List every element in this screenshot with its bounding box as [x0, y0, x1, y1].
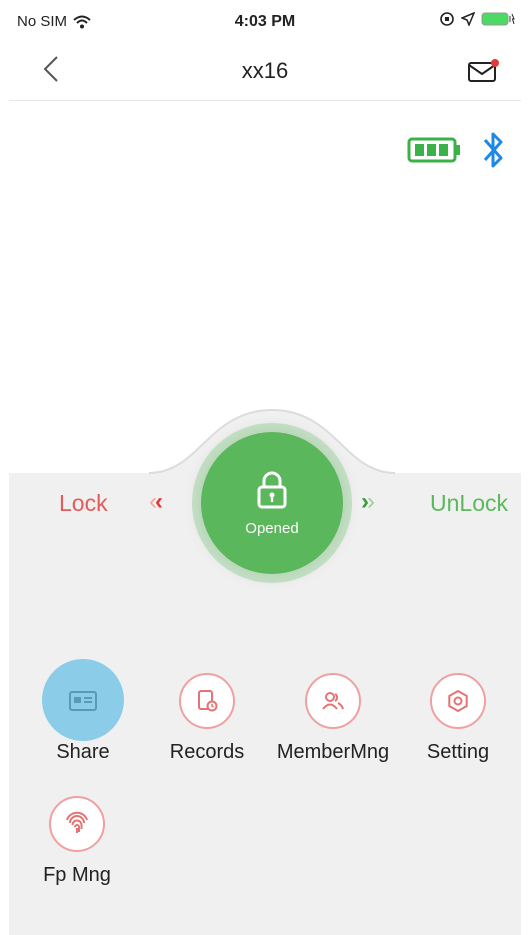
share-card-icon [55, 673, 111, 729]
menu-item-label: Records [169, 741, 245, 763]
fingerprint-icon [49, 796, 105, 852]
location-icon [461, 12, 475, 26]
battery-full-icon [407, 137, 460, 163]
chevron-left-strong-icon: ‹ [155, 488, 163, 515]
page-title: xx16 [241, 58, 289, 83]
lock-toggle-button[interactable]: Opened [201, 432, 343, 574]
mail-icon[interactable] [467, 56, 501, 86]
menu-item-setting[interactable]: Setting [393, 673, 521, 764]
menu-item-label: Setting [426, 741, 490, 763]
status-bar: No SIM 4:03 PM [9, 0, 521, 40]
nav-bar: xx16 [9, 40, 521, 101]
lock-direction-chevrons: ‹‹ [149, 488, 163, 516]
padlock-open-icon [257, 471, 287, 508]
menu-item-label: Share [56, 741, 110, 763]
unlock-direction-chevrons: ›› [361, 488, 375, 516]
records-icon [179, 673, 235, 729]
menu-item-membermng[interactable]: MemberMng [268, 673, 398, 764]
lock-status-text: Opened [245, 519, 299, 537]
members-icon [305, 673, 361, 729]
bluetooth-icon [483, 132, 503, 168]
menu-item-fp-mng[interactable]: Fp Mng [12, 796, 142, 887]
lock-label[interactable]: Lock [59, 490, 108, 517]
unlock-label[interactable]: UnLock [430, 490, 508, 517]
menu-item-label: Fp Mng [43, 864, 111, 886]
chevron-right-faint-icon: › [367, 488, 375, 515]
status-right [439, 11, 515, 27]
menu-item-records[interactable]: Records [142, 673, 272, 764]
status-battery-icon [481, 12, 515, 26]
menu-item-share[interactable]: Share [18, 673, 148, 764]
menu-item-label: MemberMng [276, 741, 390, 763]
settings-gear-icon [430, 673, 486, 729]
orientation-lock-icon [440, 12, 454, 26]
app-screen: No SIM 4:03 PM xx16 Lock ‹‹ Opened ›› Un… [9, 0, 521, 935]
